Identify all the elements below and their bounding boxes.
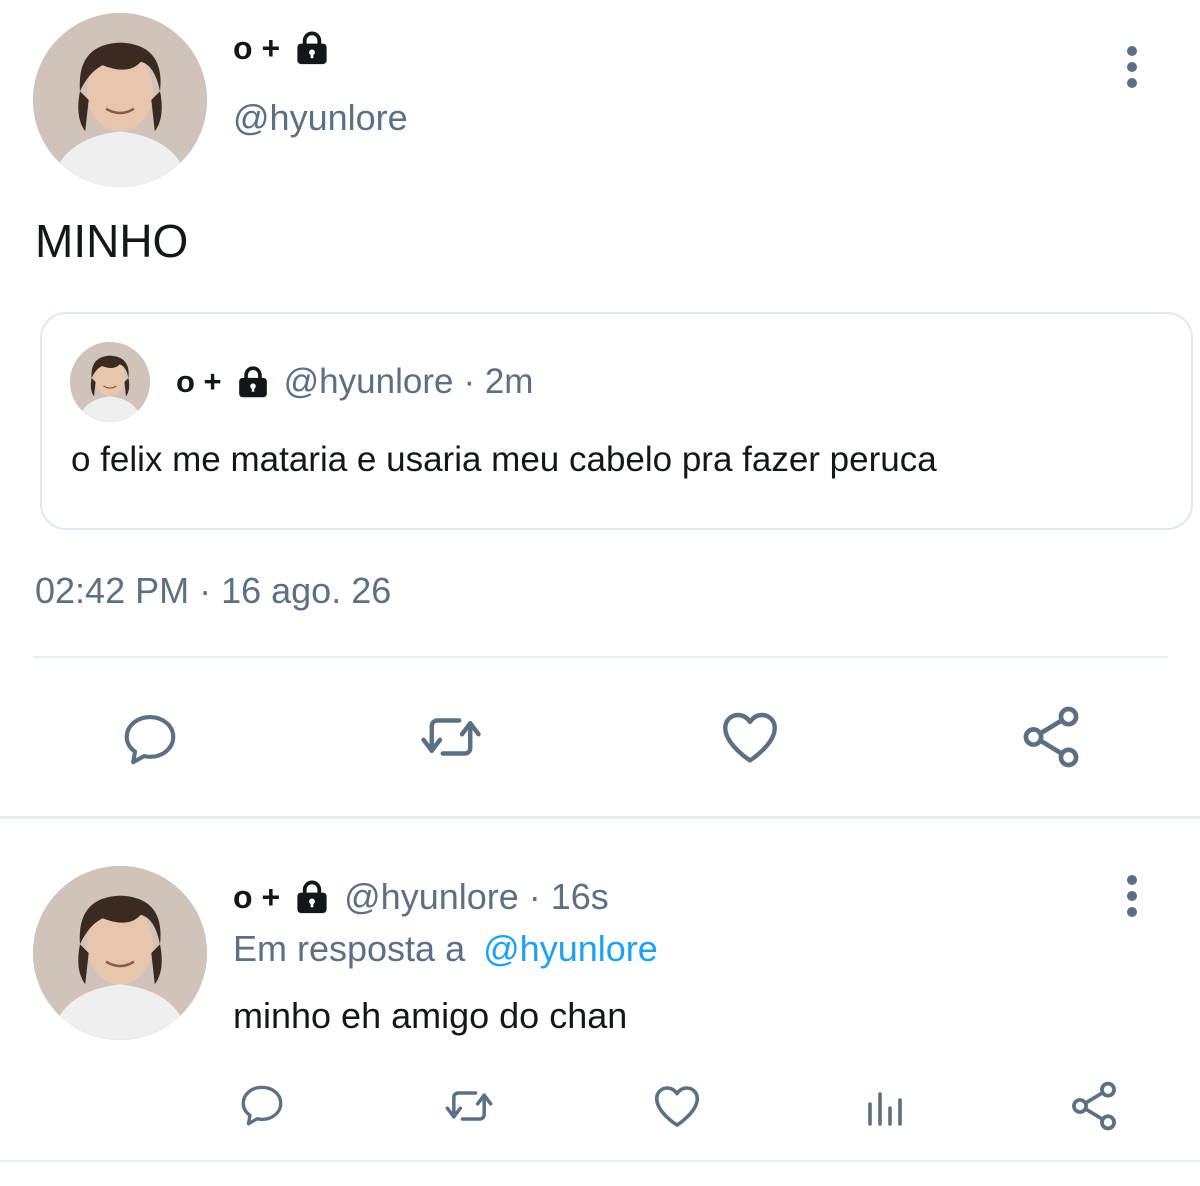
reply-context: Em resposta a @hyunlore [233, 928, 658, 970]
analytics-icon[interactable] [862, 1082, 910, 1130]
lock-icon [294, 29, 330, 67]
divider [33, 656, 1168, 658]
quoted-text: o felix me mataria e usaria meu cabelo p… [71, 440, 937, 479]
like-icon[interactable] [650, 1079, 704, 1133]
quoted-header: o + @hyunlore · 2m [176, 362, 533, 402]
display-name-text: o + [233, 29, 281, 66]
quoted-avatar [70, 342, 150, 422]
timestamp: 02:42 PM · 16 ago. 26 [35, 570, 392, 611]
tweet-age: · 16s [528, 876, 609, 917]
display-name[interactable]: o + [233, 879, 280, 916]
share-icon[interactable] [1016, 702, 1086, 772]
reply-header: o + @hyunlore · 16s [233, 876, 609, 918]
like-icon[interactable] [716, 704, 784, 770]
reply-icon[interactable] [118, 708, 182, 770]
handle[interactable]: @hyunlore [344, 876, 519, 918]
tweet-text: minho eh amigo do chan [233, 995, 628, 1036]
quoted-tweet[interactable]: o + @hyunlore · 2m o felix me mataria e … [40, 312, 1193, 530]
handle[interactable]: @hyunlore [233, 97, 408, 139]
avatar[interactable] [33, 866, 207, 1040]
divider [0, 816, 1200, 819]
retweet-icon[interactable] [412, 704, 490, 770]
quoted-display-name: o + [176, 364, 222, 399]
quoted-age: · 2m [463, 362, 534, 401]
reply-prefix: Em resposta a [233, 928, 466, 969]
reply-icon[interactable] [236, 1080, 288, 1130]
more-options-icon[interactable] [1125, 46, 1139, 88]
retweet-icon[interactable] [438, 1080, 500, 1132]
share-icon[interactable] [1066, 1078, 1122, 1134]
divider [0, 1160, 1200, 1162]
reply-to-link[interactable]: @hyunlore [483, 928, 658, 969]
lock-icon [236, 364, 270, 400]
avatar[interactable] [33, 13, 207, 187]
quoted-handle: @hyunlore [283, 362, 454, 401]
lock-icon [294, 878, 330, 916]
tweet-text: MINHO [35, 215, 189, 267]
more-options-icon[interactable] [1125, 875, 1139, 917]
display-name[interactable]: o + [233, 28, 330, 68]
